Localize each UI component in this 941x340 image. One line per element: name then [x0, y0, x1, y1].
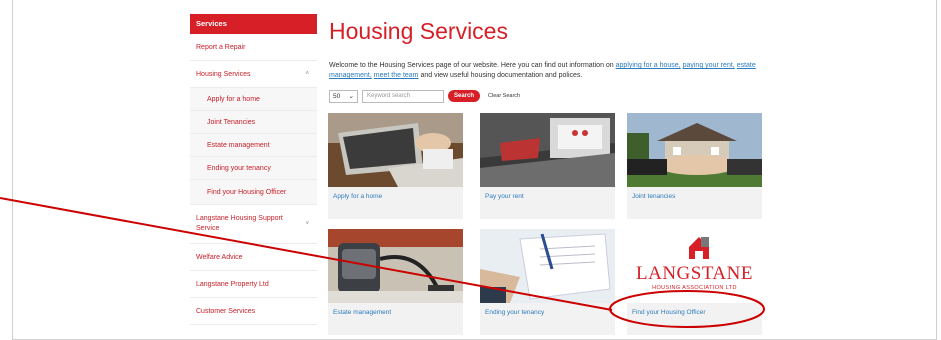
sidebar-item[interactable]: Customer Services: [190, 298, 317, 325]
sidebar-item-label: Apply for a home: [207, 95, 260, 103]
intro-suffix: and view useful housing documentation an…: [418, 72, 583, 79]
sidebar-item[interactable]: Langstane Property Ltd: [190, 271, 317, 298]
sidebar-item-label: Housing Services: [196, 70, 251, 78]
logo-tagline: HOUSING ASSOCIATION LTD: [652, 285, 737, 291]
sidebar-item[interactable]: Housing Services ˄: [190, 61, 317, 88]
intro-prefix: Welcome to the Housing Services page of …: [329, 62, 616, 69]
sidebar-item[interactable]: Estate management: [190, 134, 317, 157]
sidebar-item-label: Welfare Advice: [196, 253, 243, 261]
card-estate-management[interactable]: Estate management: [328, 229, 463, 335]
link-paying-rent[interactable]: paying your rent,: [683, 62, 735, 69]
sidebar-item-label: Customer Services: [196, 307, 256, 315]
laptop-photo: [328, 113, 463, 187]
services-sidebar: Services Report a Repair Housing Services…: [190, 14, 317, 325]
chevron-up-icon[interactable]: ˄: [305, 71, 309, 77]
link-meet-team[interactable]: meet the team: [374, 72, 419, 79]
card-label[interactable]: Joint tenancies: [627, 187, 762, 206]
sidebar-item[interactable]: Welfare Advice: [190, 244, 317, 271]
sidebar-item-label: Estate management: [207, 141, 270, 149]
sidebar-item[interactable]: Apply for a home: [190, 88, 317, 111]
card-label[interactable]: Pay your rent: [480, 187, 615, 206]
page-title: Housing Services: [329, 18, 508, 44]
card-label[interactable]: Ending your tenancy: [480, 303, 615, 322]
search-button[interactable]: Search: [448, 90, 481, 102]
sidebar-item[interactable]: Find your Housing Officer: [190, 180, 317, 205]
langstane-logo: LANGSTANE HOUSING ASSOCIATION LTD: [627, 229, 762, 303]
card-label[interactable]: Estate management: [328, 303, 463, 322]
card-pay-rent[interactable]: Pay your rent: [480, 113, 615, 219]
handshake-house-photo: [627, 113, 762, 187]
logo-name: LANGSTANE: [636, 263, 753, 284]
sidebar-item-label: Ending your tenancy: [207, 164, 271, 172]
sidebar-item[interactable]: Ending your tenancy: [190, 157, 317, 180]
vacuum-photo: [328, 229, 463, 303]
chevron-down-icon: ⌄: [348, 93, 354, 100]
card-payment-photo: [480, 113, 615, 187]
sidebar-item-label: Joint Tenancies: [207, 118, 256, 126]
sidebar-item[interactable]: Langstane Housing Support Service ˅: [190, 205, 317, 244]
main-content: Housing Services Welcome to the Housing …: [329, 14, 769, 103]
sidebar-item-label: Langstane Property Ltd: [196, 280, 269, 288]
sidebar-item-label: Langstane Housing Support Service: [196, 215, 283, 232]
page-size-select[interactable]: 50 ⌄: [329, 89, 358, 103]
card-label[interactable]: Apply for a home: [328, 187, 463, 206]
card-ending-tenancy[interactable]: Ending your tenancy: [480, 229, 615, 335]
page-size-value: 50: [333, 92, 341, 100]
card-find-housing-officer[interactable]: LANGSTANE HOUSING ASSOCIATION LTD Find y…: [627, 229, 762, 335]
chevron-down-icon[interactable]: ˅: [305, 221, 309, 227]
sidebar-item[interactable]: Joint Tenancies: [190, 111, 317, 134]
card-apply-for-home[interactable]: Apply for a home: [328, 113, 463, 219]
clear-search-link[interactable]: Clear Search: [488, 93, 520, 99]
link-applying-for-house[interactable]: applying for a house,: [616, 62, 681, 69]
card-label[interactable]: Find your Housing Officer: [627, 303, 762, 322]
signing-document-photo: [480, 229, 615, 303]
intro-text: Welcome to the Housing Services page of …: [329, 61, 769, 81]
card-joint-tenancies[interactable]: Joint tenancies: [627, 113, 762, 219]
sidebar-item-label: Report a Repair: [196, 43, 246, 51]
sidebar-item[interactable]: Report a Repair: [190, 34, 317, 61]
keyword-search-input[interactable]: Keyword search: [362, 89, 444, 103]
sidebar-item-label: Find your Housing Officer: [207, 188, 287, 196]
search-bar: 50 ⌄ Keyword search Search Clear Search: [329, 89, 769, 103]
sidebar-header: Services: [190, 14, 317, 34]
